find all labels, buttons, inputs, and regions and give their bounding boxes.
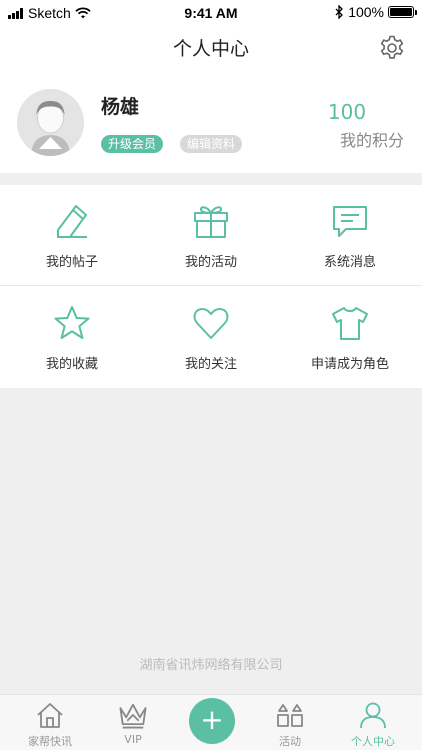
status-right: 100% — [335, 4, 417, 20]
star-icon — [54, 306, 90, 339]
menu-label: 我的收藏 — [45, 357, 98, 372]
menu-item-my-posts[interactable]: 我的帖子 — [2, 185, 142, 286]
person-icon — [360, 702, 386, 729]
home-icon — [37, 703, 63, 728]
edit-icon — [57, 205, 87, 238]
crown-icon — [119, 703, 147, 729]
menu-row: 我的帖子 我的活动 系统消息 — [0, 185, 422, 286]
menu-label: 系统消息 — [323, 255, 376, 270]
menu-item-apply-role[interactable]: 申请成为角色 — [280, 287, 420, 388]
points-value[interactable]: 100 — [302, 100, 392, 124]
grid-icon — [277, 704, 303, 727]
menu-item-following[interactable]: 我的关注 — [141, 287, 281, 388]
tab-news[interactable]: 家帮快讯 — [8, 695, 92, 750]
gear-icon[interactable] — [378, 34, 406, 62]
menu-item-my-activities[interactable]: 我的活动 — [141, 185, 281, 286]
gift-icon — [194, 206, 228, 238]
menu-item-system-messages[interactable]: 系统消息 — [280, 185, 420, 286]
status-bar: Sketch 9:41 AM 100% — [0, 0, 422, 26]
company-footer: 湖南省讯炜网络有限公司 — [139, 658, 283, 673]
tab-profile[interactable]: 个人中心 — [331, 695, 415, 750]
menu-grid: 我的帖子 我的活动 系统消息 我的收藏 我的关注 申请成为角色 — [0, 185, 422, 388]
menu-row: 我的收藏 我的关注 申请成为角色 — [0, 287, 422, 388]
profile-card: 杨雄 升级会员 编辑资料 100 我的积分 — [0, 70, 422, 173]
tab-label: VIP — [124, 733, 142, 746]
avatar[interactable] — [17, 89, 84, 156]
username: 杨雄 — [101, 96, 140, 118]
menu-label: 我的帖子 — [45, 255, 98, 270]
tab-vip[interactable]: VIP — [91, 695, 175, 750]
upgrade-vip-badge[interactable]: 升级会员 — [101, 135, 164, 153]
points-label[interactable]: 我的积分 — [340, 127, 404, 151]
heart-icon — [193, 308, 229, 339]
page-title: 个人中心 — [172, 38, 249, 60]
edit-profile-badge[interactable]: 编辑资料 — [180, 135, 243, 153]
menu-item-favorites[interactable]: 我的收藏 — [2, 287, 142, 388]
menu-label: 我的关注 — [184, 357, 237, 372]
avatar-placeholder-icon — [17, 89, 84, 156]
tab-activities[interactable]: 活动 — [248, 695, 332, 750]
tab-bar: 家帮快讯 VIP + 活动 个人中心 — [0, 694, 422, 750]
battery-icon — [388, 6, 417, 18]
tab-label: 家帮快讯 — [28, 735, 72, 748]
menu-label: 我的活动 — [184, 255, 237, 270]
menu-label: 申请成为角色 — [310, 357, 389, 372]
tab-label: 个人中心 — [351, 735, 395, 748]
add-button[interactable]: + — [189, 698, 235, 744]
bluetooth-icon — [335, 5, 344, 19]
shirt-icon — [332, 307, 368, 340]
tab-label: 活动 — [279, 735, 301, 748]
battery-percent: 100% — [348, 4, 384, 20]
nav-bar: 个人中心 — [0, 26, 422, 70]
message-icon — [333, 206, 367, 237]
